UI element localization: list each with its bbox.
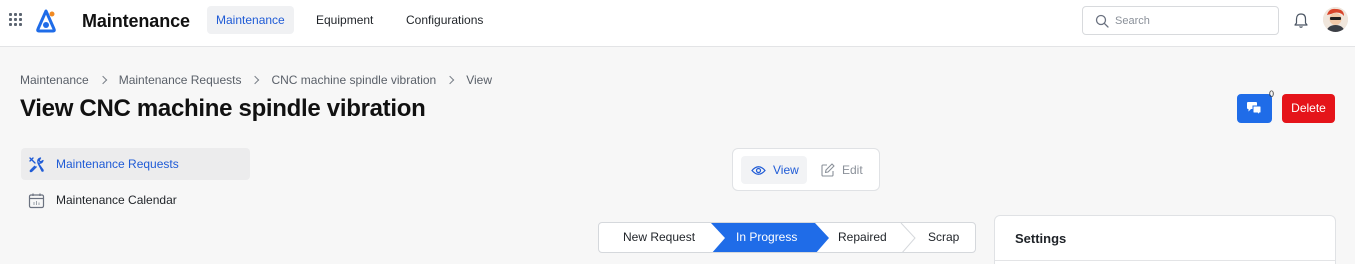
avatar[interactable] — [1323, 7, 1348, 32]
app-title: Maintenance — [82, 11, 190, 31]
search-icon — [1095, 14, 1109, 28]
view-mode-label: View — [773, 163, 799, 177]
edit-mode-button[interactable]: Edit — [813, 156, 873, 184]
chevron-right-icon — [445, 75, 455, 85]
breadcrumb-item-maintenance-requests[interactable]: Maintenance Requests — [119, 73, 242, 87]
sidebar-item-label: Maintenance Calendar — [56, 193, 177, 207]
view-edit-toggle: View Edit — [732, 148, 880, 191]
logo-icon — [36, 9, 56, 33]
calendar-icon — [27, 191, 45, 209]
view-mode-button[interactable]: View — [741, 156, 807, 184]
nav-tab-maintenance[interactable]: Maintenance — [207, 6, 294, 34]
nav-tab-configurations[interactable]: Configurations — [397, 6, 492, 34]
top-bar: Maintenance Maintenance Equipment Config… — [0, 0, 1355, 47]
comments-icon — [1247, 102, 1262, 116]
status-pipeline: New Request In Progress Repaired Scrap — [598, 222, 976, 253]
edit-icon — [821, 163, 835, 177]
eye-icon — [751, 165, 766, 175]
stage-scrap[interactable]: Scrap — [928, 223, 959, 252]
edit-mode-label: Edit — [842, 163, 863, 177]
nav-tab-equipment[interactable]: Equipment — [307, 6, 382, 34]
delete-button[interactable]: Delete — [1282, 94, 1335, 123]
breadcrumb-item-view: View — [466, 73, 493, 87]
breadcrumb: Maintenance Maintenance Requests CNC mac… — [20, 73, 492, 87]
avatar-image — [1323, 7, 1348, 32]
sidebar-item-maintenance-requests[interactable]: Maintenance Requests — [21, 148, 250, 180]
settings-title: Settings — [1015, 231, 1067, 246]
app-grid-icon[interactable] — [9, 13, 23, 27]
search-box[interactable] — [1082, 6, 1279, 35]
sidebar-item-maintenance-calendar[interactable]: Maintenance Calendar — [21, 184, 250, 216]
stage-in-progress[interactable]: In Progress — [736, 223, 797, 252]
sidebar-item-label: Maintenance Requests — [56, 157, 179, 171]
chevron-right-icon — [251, 75, 260, 85]
comments-button[interactable] — [1237, 94, 1272, 123]
page-title: View CNC machine spindle vibration — [20, 95, 426, 122]
breadcrumb-item-request[interactable]: CNC machine spindle vibration — [271, 73, 436, 87]
breadcrumb-item-maintenance[interactable]: Maintenance — [20, 73, 89, 87]
chevron-right-icon — [98, 75, 107, 85]
divider — [995, 260, 1335, 261]
tools-icon — [27, 155, 45, 173]
settings-panel: Settings — [994, 215, 1336, 264]
search-input[interactable] — [1115, 12, 1265, 30]
bell-icon[interactable] — [1293, 12, 1309, 29]
stage-repaired[interactable]: Repaired — [838, 223, 887, 252]
comment-count-badge: 0 — [1269, 89, 1275, 99]
stage-new-request[interactable]: New Request — [623, 223, 695, 252]
